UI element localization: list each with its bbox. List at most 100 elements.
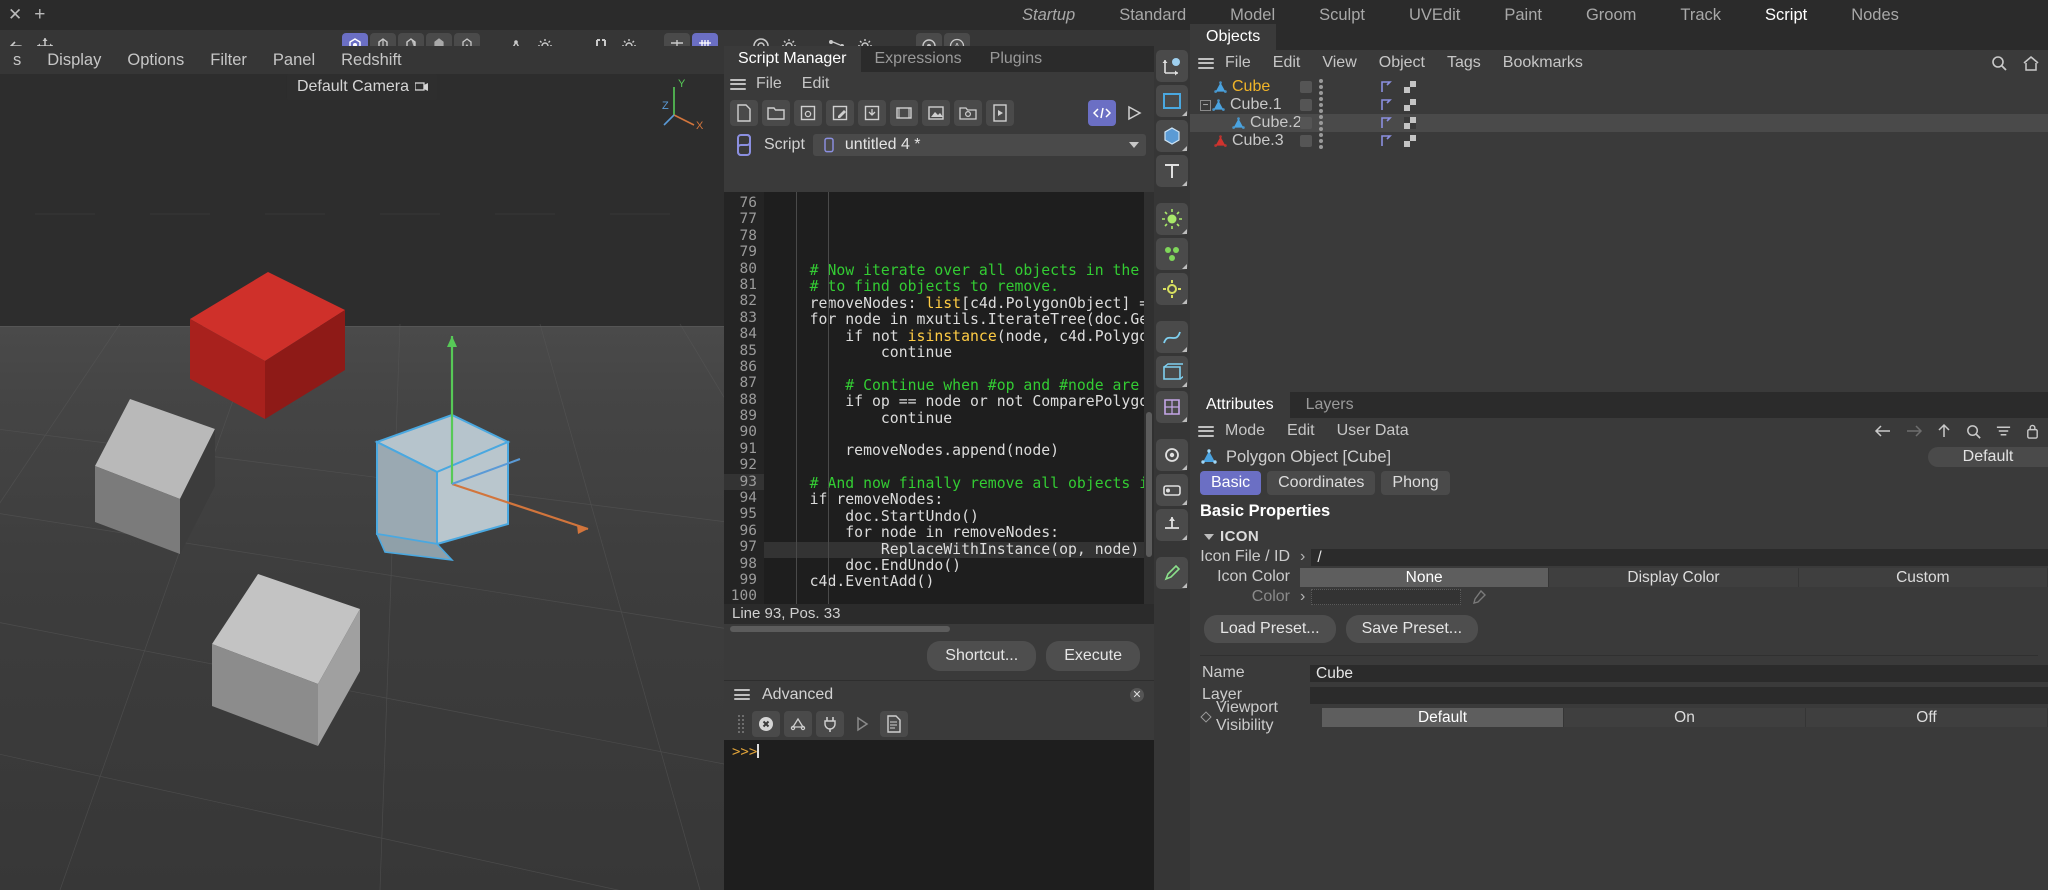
attributes-menu-user-data[interactable]: User Data [1326,422,1420,440]
close-icon[interactable]: ✕ [8,5,22,25]
viewport-menu-filter[interactable]: Filter [197,46,260,74]
forward-arrow-icon[interactable] [1905,423,1923,439]
floor-object-icon[interactable] [1156,509,1188,541]
code-editor-toggle-icon[interactable] [1088,100,1116,126]
tree-expander-icon[interactable]: − [1200,100,1211,111]
back-arrow-icon[interactable] [1874,423,1892,439]
run-script-file-icon[interactable] [986,100,1014,126]
clear-console-icon[interactable] [752,711,780,737]
color-swatch[interactable] [1311,589,1461,605]
run-console-icon[interactable] [848,711,876,737]
attributes-menu-mode[interactable]: Mode [1214,422,1276,440]
plug-icon[interactable] [816,711,844,737]
code-line[interactable]: ReplaceWithInstance(op, node) [764,542,1154,558]
code-line[interactable]: doc.StartUndo() [764,509,1154,525]
viewport-3d[interactable]: Default Camera Y Z X [0,74,724,890]
texture-tag-icon[interactable] [1403,134,1417,148]
console-document-icon[interactable] [880,711,908,737]
tab-script-manager[interactable]: Script Manager [724,46,861,72]
cube-primitive-icon[interactable] [1156,120,1188,152]
option-viewport-off[interactable]: Off [1806,708,2048,727]
browse-scripts-icon[interactable] [954,100,982,126]
enable-checkbox[interactable] [1300,117,1312,129]
home-icon[interactable] [2022,54,2040,72]
code-line[interactable]: # And now finally remove all objects in … [764,476,1154,492]
visibility-dots-icon[interactable] [1319,115,1323,131]
rectangle-tool-icon[interactable] [1156,85,1188,117]
code-line[interactable]: for node in mxutils.IterateTree(doc.GetF… [764,312,1154,328]
pen-tool-icon[interactable] [1156,557,1188,589]
camera-object-icon[interactable] [1156,439,1188,471]
movie-icon[interactable] [890,100,918,126]
objects-menu-bookmarks[interactable]: Bookmarks [1492,54,1594,72]
viewport-camera-label[interactable]: Default Camera [287,74,437,100]
save-as-icon[interactable] [826,100,854,126]
code-line[interactable]: # Now iterate over all objects in the sc… [764,263,1154,279]
code-line[interactable] [764,427,1154,443]
code-line[interactable] [764,361,1154,377]
object-tree-row[interactable]: Cube.2 [1190,114,2048,132]
objects-menu-object[interactable]: Object [1368,54,1436,72]
option-icon-color-display[interactable]: Display Color [1549,568,1798,587]
texture-tag-icon[interactable] [1403,116,1417,130]
tab-layers[interactable]: Layers [1290,392,1370,418]
expand-arrow-icon[interactable]: › [1300,588,1305,606]
objects-menu-file[interactable]: File [1214,54,1262,72]
viewport-menu-s[interactable]: s [0,46,34,74]
code-line[interactable]: # Continue when #op and #node are the sa [764,378,1154,394]
code-line[interactable] [764,460,1154,476]
attributes-menu-edit[interactable]: Edit [1276,422,1326,440]
code-line[interactable]: continue [764,345,1154,361]
script-document-dropdown[interactable]: untitled 4 * [813,134,1146,156]
code-editor[interactable]: 7677787980818283848586878889909192939495… [724,192,1154,604]
texture-tag-icon[interactable] [1403,80,1417,94]
input-layer[interactable] [1310,687,2048,704]
keyframe-diamond-icon[interactable] [1200,711,1211,722]
code-line[interactable]: if removeNodes: [764,492,1154,508]
code-line[interactable]: if not isinstance(node, c4d.PolygonObjec [764,329,1154,345]
enable-checkbox[interactable] [1300,135,1312,147]
environment-object-icon[interactable] [1156,474,1188,506]
viewport-menu-options[interactable]: Options [114,46,197,74]
phong-tag-icon[interactable] [1380,98,1394,112]
simulation-object-icon[interactable] [1156,273,1188,305]
import-script-icon[interactable] [858,100,886,126]
texture-tag-icon[interactable] [1403,98,1417,112]
option-viewport-on[interactable]: On [1564,708,1806,727]
script-menu-file[interactable]: File [746,75,792,93]
save-preset-button[interactable]: Save Preset... [1346,615,1479,643]
object-tree-row[interactable]: Cube.3 [1190,132,2048,150]
console-output[interactable]: >>> [724,740,1154,890]
subtab-phong[interactable]: Phong [1381,471,1449,495]
code-line[interactable]: continue [764,411,1154,427]
new-script-icon[interactable] [730,100,758,126]
open-folder-icon[interactable] [762,100,790,126]
tab-objects[interactable]: Objects [1190,24,1276,50]
phong-tag-icon[interactable] [1380,116,1394,130]
filter-icon[interactable] [1995,424,2012,438]
viewport-menu-redshift[interactable]: Redshift [328,46,415,74]
subtab-coordinates[interactable]: Coordinates [1267,471,1375,495]
object-tree[interactable]: Cube−Cube.1Cube.2Cube.3 [1190,76,2048,150]
phong-tag-icon[interactable] [1380,134,1394,148]
text-tool-icon[interactable] [1156,155,1188,187]
code-line[interactable]: c4d.EventAdd() [764,574,1154,590]
enable-checkbox[interactable] [1300,81,1312,93]
input-name[interactable]: Cube [1310,665,2048,682]
code-line[interactable] [764,591,1154,604]
image-icon[interactable] [922,100,950,126]
search-icon[interactable] [1990,54,2008,72]
editor-horizontal-scrollbar[interactable] [724,624,1154,634]
up-arrow-icon[interactable] [1936,423,1952,439]
lock-icon[interactable] [2025,423,2040,440]
option-viewport-default[interactable]: Default [1322,708,1564,727]
axis-coordinates-icon[interactable] [1156,50,1188,82]
light-object-icon[interactable] [1156,203,1188,235]
objects-hamburger-icon[interactable] [1198,58,1214,69]
viewport-menu-display[interactable]: Display [34,46,114,74]
objects-menu-tags[interactable]: Tags [1436,54,1492,72]
console-hamburger-icon[interactable] [734,689,750,700]
visibility-dots-icon[interactable] [1319,97,1323,113]
editor-vertical-scrollbar[interactable] [1144,192,1154,604]
code-line[interactable]: removeNodes: list[c4d.PolygonObject] = [… [764,296,1154,312]
